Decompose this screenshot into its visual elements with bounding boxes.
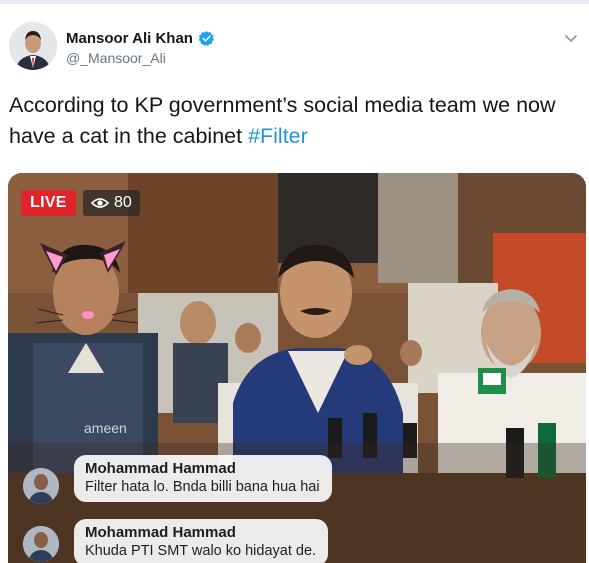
fading-comment: ameen	[84, 420, 127, 436]
video-frame	[8, 173, 586, 563]
chevron-down-icon[interactable]	[563, 30, 579, 46]
top-divider	[0, 0, 589, 4]
comment-author: Mohammad Hammad	[85, 524, 236, 541]
verified-badge-icon	[198, 31, 214, 46]
comment-author: Mohammad Hammad	[85, 460, 236, 477]
commenter-avatar	[23, 526, 59, 562]
comment-text: Khuda PTI SMT walo ko hidayat de.	[85, 543, 317, 559]
viewer-count: 80	[114, 194, 132, 211]
commenter-avatar	[23, 468, 59, 504]
video-player[interactable]: LIVE 80 ameen Mohammad Hammad Filter hat…	[8, 173, 586, 563]
eye-icon	[91, 198, 109, 208]
comment-text: Filter hata lo. Bnda billi bana hua hai	[85, 479, 320, 495]
hashtag-link[interactable]: #Filter	[248, 124, 308, 148]
author-name[interactable]: Mansoor Ali Khan	[66, 30, 193, 47]
live-comment: Mohammad Hammad Khuda PTI SMT walo ko hi…	[74, 519, 329, 563]
live-badge: LIVE	[21, 190, 76, 216]
author-avatar[interactable]	[9, 22, 57, 70]
viewer-count-badge: 80	[83, 190, 140, 216]
live-comment: Mohammad Hammad Filter hata lo. Bnda bil…	[74, 455, 332, 502]
tweet-text: According to KP government’s social medi…	[9, 90, 579, 152]
author-handle[interactable]: @_Mansoor_Ali	[66, 50, 166, 66]
